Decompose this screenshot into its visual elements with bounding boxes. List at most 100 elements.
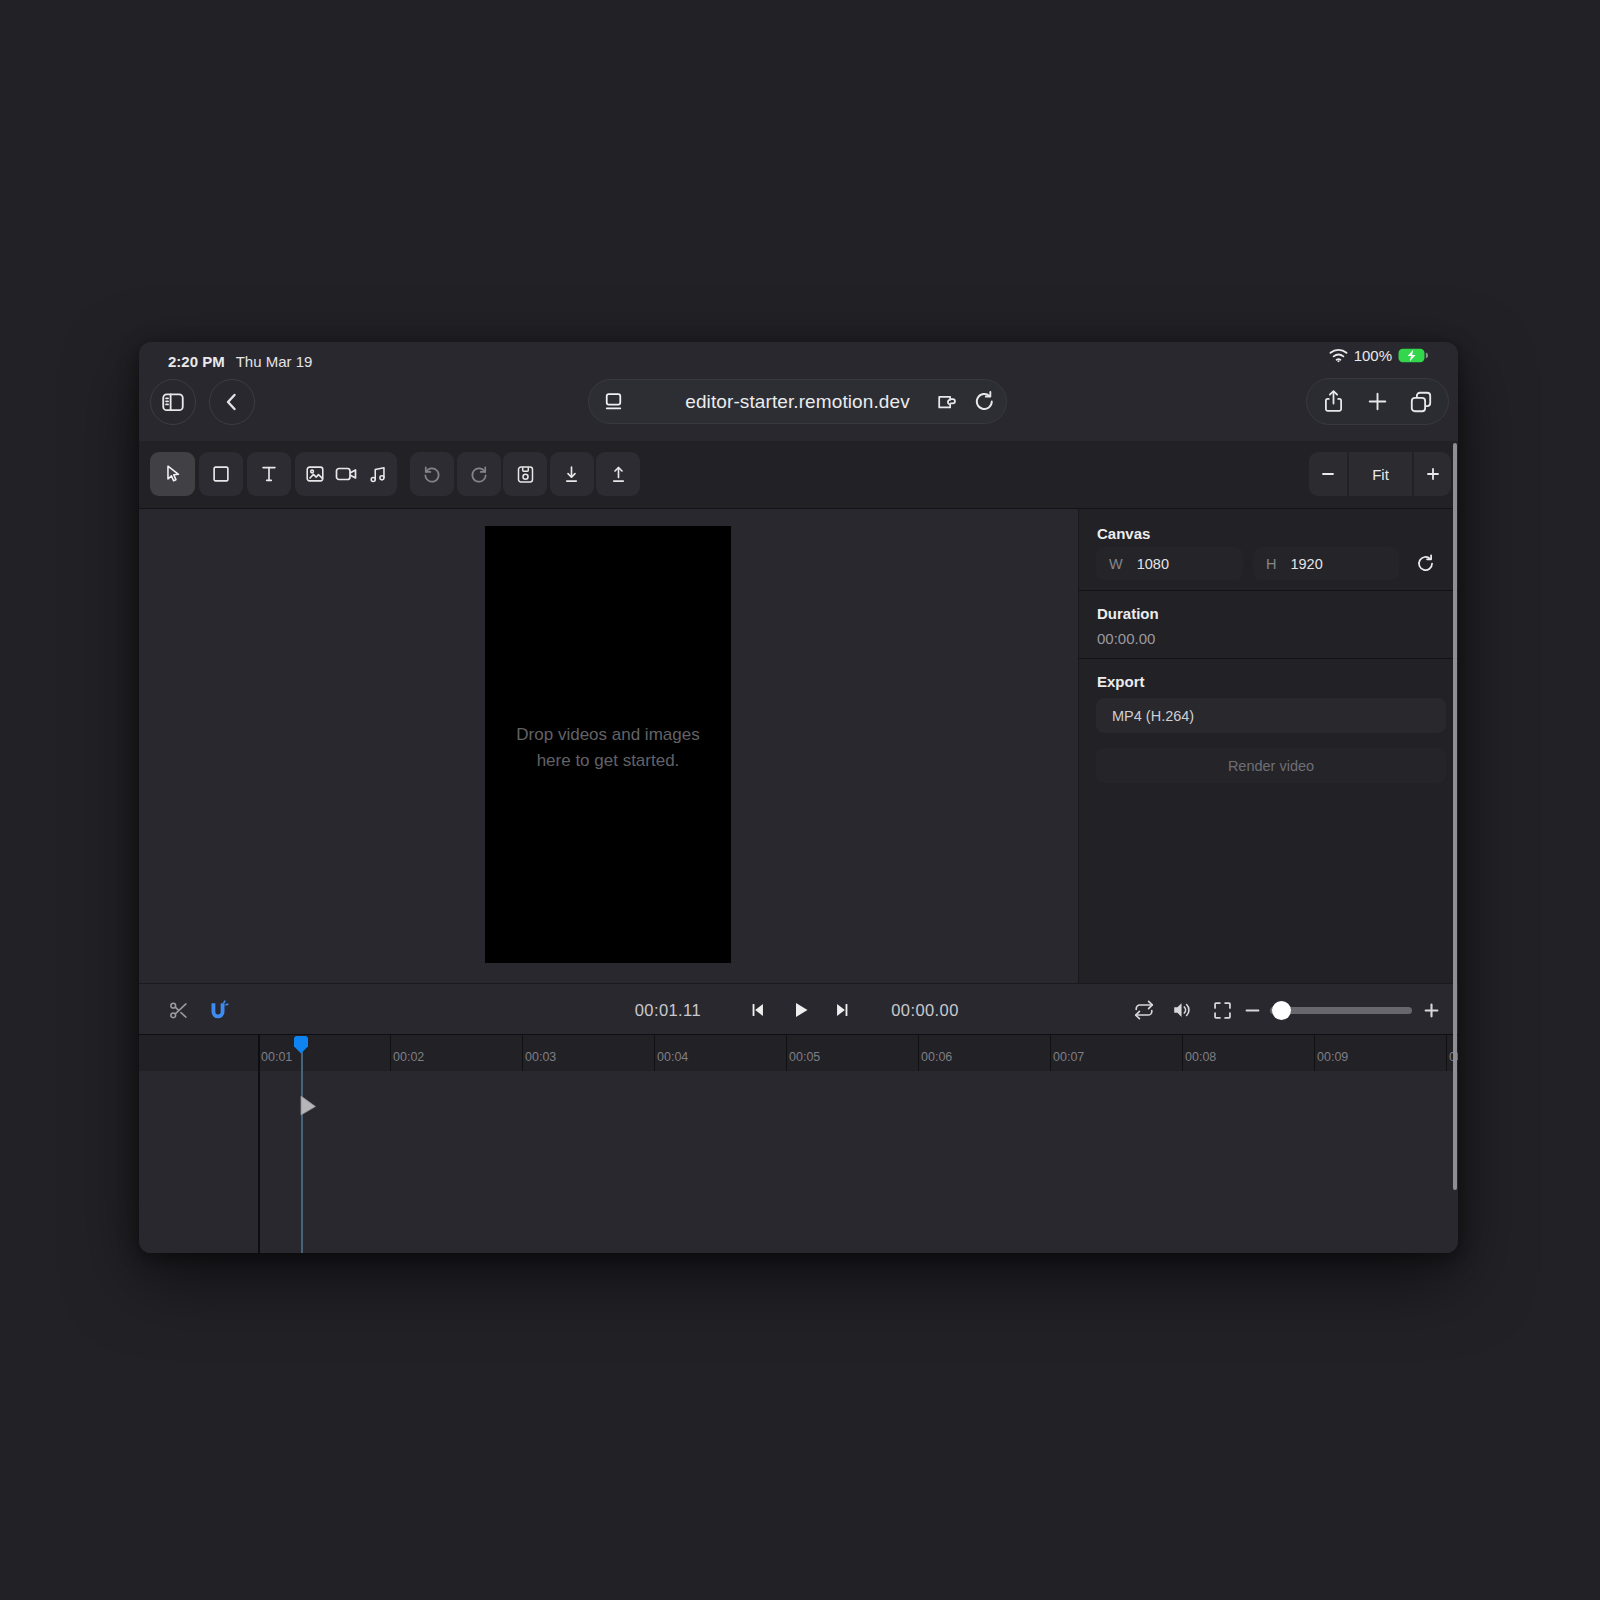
status-left: 2:20 PM Thu Mar 19 [168, 353, 312, 370]
tabs-icon[interactable] [1408, 389, 1434, 415]
playhead-handle[interactable] [293, 1036, 309, 1054]
zoom-controls: Fit [1309, 452, 1451, 496]
timeline-ruler[interactable]: 00:0100:0200:0300:0400:0500:0600:0700:08… [139, 1035, 1458, 1071]
panel-divider-1 [1079, 590, 1458, 591]
battery-percent: 100% [1354, 347, 1392, 364]
timeline-tracks[interactable] [139, 1071, 1458, 1253]
timeline-zoom-knob[interactable] [1272, 1001, 1291, 1020]
loop-button[interactable] [1126, 984, 1162, 1036]
zoom-in-button[interactable] [1414, 452, 1451, 496]
height-label: H [1266, 556, 1276, 572]
ruler-tick [390, 1035, 391, 1071]
back-button[interactable] [209, 379, 255, 425]
safari-window: 2:20 PM Thu Mar 19 100% [139, 342, 1458, 1253]
ruler-label: 00:06 [921, 1050, 952, 1064]
magnet-icon [207, 999, 229, 1021]
cursor-icon [162, 463, 184, 485]
sidebar-icon [160, 389, 186, 415]
undo-button[interactable] [410, 452, 454, 496]
ruler-label: 00:09 [1317, 1050, 1348, 1064]
ruler-label: 00:05 [789, 1050, 820, 1064]
canvas-section-title: Canvas [1097, 525, 1150, 542]
minus-icon [1320, 466, 1336, 482]
skip-forward-button[interactable] [825, 984, 861, 1036]
wifi-icon [1329, 348, 1348, 363]
snap-toggle-button[interactable] [202, 984, 234, 1036]
status-time: 2:20 PM [168, 353, 225, 370]
audio-tool-button[interactable] [367, 463, 389, 485]
cut-button[interactable] [163, 984, 193, 1036]
skip-back-button[interactable] [739, 984, 775, 1036]
canvas-workspace: Drop videos and images here to get start… [139, 509, 1078, 983]
image-tool-button[interactable] [304, 463, 326, 485]
mouse-cursor [300, 1095, 317, 1117]
fullscreen-button[interactable] [1204, 984, 1240, 1036]
canvas-height-input[interactable]: H 1920 [1253, 547, 1399, 580]
repeat-icon [1133, 999, 1155, 1021]
fullscreen-icon [1212, 1000, 1233, 1021]
editor-toolbar: Fit [139, 441, 1458, 509]
properties-panel: Canvas W 1080 H 1920 Duration 00:00.00 E… [1078, 509, 1458, 983]
zoom-out-button[interactable] [1309, 452, 1347, 496]
play-icon [788, 998, 812, 1022]
track-header-divider [258, 1035, 260, 1253]
extensions-icon[interactable] [934, 389, 959, 414]
refresh-icon [1415, 553, 1436, 574]
status-right: 100% [1329, 347, 1428, 364]
render-video-button[interactable]: Render video [1096, 748, 1446, 783]
panel-divider-2 [1079, 658, 1458, 659]
ruler-label: 00:04 [657, 1050, 688, 1064]
ruler-tick [786, 1035, 787, 1071]
timeline-plus-icon [1423, 1002, 1440, 1019]
zoom-fit-button[interactable]: Fit [1349, 452, 1412, 496]
save-button[interactable] [503, 452, 547, 496]
playhead-line [301, 1052, 304, 1253]
duration-section-title: Duration [1097, 605, 1159, 622]
canvas-reset-button[interactable] [1407, 547, 1444, 580]
current-time-display: 00:01.11 [573, 984, 701, 1036]
height-value: 1920 [1290, 556, 1322, 572]
share-icon[interactable] [1321, 389, 1346, 414]
text-icon [258, 463, 280, 485]
battery-icon [1398, 348, 1428, 363]
upload-button[interactable] [596, 452, 640, 496]
timeline-zoom-in-button[interactable] [1416, 984, 1446, 1036]
ruler-label: 00:02 [393, 1050, 424, 1064]
sidebar-button[interactable] [150, 379, 196, 425]
width-value: 1080 [1137, 556, 1169, 572]
video-tool-button[interactable] [334, 462, 358, 486]
drop-hint: Drop videos and images here to get start… [485, 722, 731, 774]
status-date: Thu Mar 19 [236, 353, 313, 370]
timeline-zoom-out-button[interactable] [1237, 984, 1267, 1036]
volume-button[interactable] [1164, 984, 1200, 1036]
ruler-tick [1446, 1035, 1447, 1071]
volume-icon [1171, 999, 1193, 1021]
address-bar[interactable]: editor-starter.remotion.dev [588, 379, 1007, 424]
timeline-zoom-slider[interactable] [1270, 1007, 1412, 1014]
page-scrollbar[interactable] [1453, 443, 1457, 1190]
fit-label: Fit [1372, 466, 1389, 483]
select-tool-button[interactable] [150, 452, 195, 496]
redo-button[interactable] [457, 452, 501, 496]
ruler-tick [1182, 1035, 1183, 1071]
canvas-width-input[interactable]: W 1080 [1096, 547, 1243, 580]
download-button[interactable] [550, 452, 594, 496]
rect-tool-button[interactable] [199, 452, 243, 496]
video-canvas[interactable]: Drop videos and images here to get start… [485, 526, 731, 963]
new-tab-icon[interactable] [1365, 389, 1390, 414]
render-video-label: Render video [1228, 758, 1314, 774]
play-button[interactable] [782, 984, 818, 1036]
chevron-left-icon [220, 390, 244, 414]
skip-back-icon [746, 999, 768, 1021]
reload-icon[interactable] [972, 389, 997, 414]
text-tool-button[interactable] [247, 452, 291, 496]
export-section-title: Export [1097, 673, 1145, 690]
duration-value: 00:00.00 [1097, 630, 1155, 647]
export-format-select[interactable]: MP4 (H.264) [1096, 698, 1446, 733]
transport-bar: 00:01.11 [139, 983, 1458, 1035]
ruler-tick [1050, 1035, 1051, 1071]
rectangle-icon [210, 463, 232, 485]
export-format-value: MP4 (H.264) [1112, 708, 1194, 724]
ruler-label: 00:03 [525, 1050, 556, 1064]
total-time-display: 00:00.00 [861, 984, 989, 1036]
